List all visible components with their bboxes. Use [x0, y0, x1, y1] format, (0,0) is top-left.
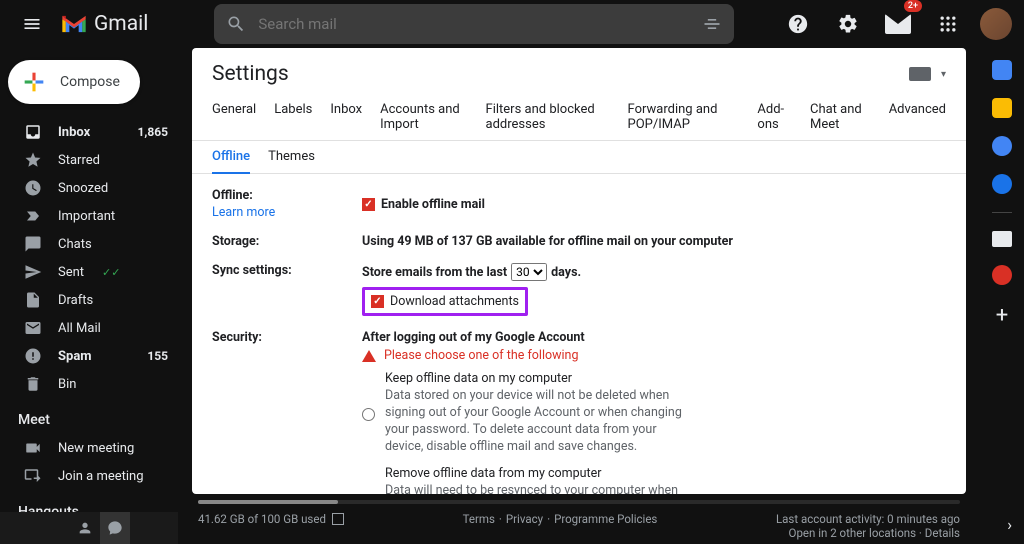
download-attachments-highlight: Download attachments: [362, 287, 528, 316]
search-icon: [226, 14, 246, 34]
gmail-logo[interactable]: Gmail: [60, 12, 148, 36]
sidebar-item-chats[interactable]: Chats: [0, 230, 178, 258]
settings-tabs-row2: Offline Themes: [192, 141, 966, 174]
compose-button[interactable]: Compose: [8, 60, 140, 104]
calendar-icon[interactable]: [992, 60, 1012, 80]
sidebar-item-inbox[interactable]: Inbox1,865: [0, 118, 178, 146]
account-avatar[interactable]: [980, 8, 1012, 40]
meet-new-meeting[interactable]: New meeting: [0, 434, 178, 462]
notification-badge: 2+: [904, 0, 922, 12]
storage-label: Storage:: [212, 234, 362, 249]
scrollbar-thumb[interactable]: [198, 500, 338, 504]
tab-offline[interactable]: Offline: [212, 141, 250, 174]
hangouts-contacts-tab[interactable]: [70, 512, 100, 544]
tab-themes[interactable]: Themes: [268, 141, 315, 173]
notifications-button[interactable]: 2+: [880, 6, 916, 42]
tab-addons[interactable]: Add-ons: [757, 94, 792, 140]
plus-icon: [20, 68, 48, 96]
addon-mail-icon[interactable]: [992, 231, 1012, 247]
contacts-icon[interactable]: [992, 174, 1012, 194]
tab-general[interactable]: General: [212, 94, 256, 140]
sidebar-item-sent[interactable]: Sent✓✓: [0, 258, 178, 286]
search-input[interactable]: [258, 15, 690, 33]
privacy-link[interactable]: Privacy: [506, 512, 543, 526]
sync-days-select[interactable]: 30: [511, 263, 547, 281]
meet-join-meeting[interactable]: Join a meeting: [0, 462, 178, 490]
activity-text: Last account activity: 0 minutes ago: [776, 512, 960, 526]
support-button[interactable]: [780, 6, 816, 42]
scrollbar-track[interactable]: [198, 500, 960, 504]
enable-offline-checkbox[interactable]: [362, 198, 375, 211]
tab-accounts[interactable]: Accounts and Import: [380, 94, 467, 140]
get-addons-button[interactable]: +: [996, 303, 1008, 328]
sidebar-item-starred[interactable]: Starred: [0, 146, 178, 174]
tab-labels[interactable]: Labels: [274, 94, 312, 140]
settings-tabs-row1: General Labels Inbox Accounts and Import…: [192, 94, 966, 141]
settings-title: Settings: [212, 62, 289, 86]
hangouts-chats-tab[interactable]: [100, 512, 130, 544]
sidebar-item-allmail[interactable]: All Mail: [0, 314, 178, 342]
security-keep-radio[interactable]: [362, 373, 375, 456]
apps-button[interactable]: [930, 6, 966, 42]
hangouts-bottom-bar: [0, 512, 178, 544]
sync-label: Sync settings:: [212, 263, 362, 316]
policies-link[interactable]: Programme Policies: [554, 512, 657, 526]
download-attachments-checkbox[interactable]: [371, 295, 384, 308]
tab-forwarding[interactable]: Forwarding and POP/IMAP: [628, 94, 740, 140]
sidebar-item-spam[interactable]: Spam155: [0, 342, 178, 370]
footer: 41.62 GB of 100 GB used Terms · Privacy …: [178, 494, 980, 544]
security-label: Security:: [212, 330, 362, 494]
sidebar-item-drafts[interactable]: Drafts: [0, 286, 178, 314]
security-warning: Please choose one of the following: [362, 348, 946, 363]
tab-filters[interactable]: Filters and blocked addresses: [486, 94, 610, 140]
terms-link[interactable]: Terms: [463, 512, 495, 526]
meet-header: Meet: [0, 398, 178, 434]
separator: [992, 212, 1012, 213]
menu-button[interactable]: [12, 4, 52, 44]
offline-label: Offline:Learn more: [212, 188, 362, 220]
tab-advanced[interactable]: Advanced: [889, 94, 946, 140]
keep-icon[interactable]: [992, 98, 1012, 118]
details-link[interactable]: Details: [925, 526, 960, 540]
collapse-panel-button[interactable]: ›: [1007, 515, 1012, 534]
tab-inbox[interactable]: Inbox: [330, 94, 362, 140]
input-tools-icon[interactable]: [909, 67, 931, 81]
sidebar-item-bin[interactable]: Bin: [0, 370, 178, 398]
search-options-icon[interactable]: [702, 14, 722, 34]
header: Gmail 2+: [0, 0, 1024, 48]
addon-red-icon[interactable]: [992, 265, 1012, 285]
sidebar-item-snoozed[interactable]: Snoozed: [0, 174, 178, 202]
logo-text: Gmail: [94, 12, 148, 36]
storage-text: Using 49 MB of 137 GB available for offl…: [362, 234, 733, 249]
external-link-icon[interactable]: [332, 513, 344, 525]
sidebar: Compose Inbox1,865 Starred Snoozed Impor…: [0, 48, 178, 544]
envelope-icon: [885, 14, 911, 34]
settings-panel: Settings ▾ General Labels Inbox Accounts…: [192, 48, 966, 494]
sidebar-item-important[interactable]: Important: [0, 202, 178, 230]
tasks-icon[interactable]: [992, 136, 1012, 156]
side-panel: +: [980, 48, 1024, 544]
chevron-down-icon[interactable]: ▾: [941, 69, 946, 80]
learn-more-link[interactable]: Learn more: [212, 205, 362, 220]
tab-chat-meet[interactable]: Chat and Meet: [810, 94, 871, 140]
settings-button[interactable]: [830, 6, 866, 42]
search-bar[interactable]: [214, 4, 734, 44]
storage-used: 41.62 GB of 100 GB used: [198, 512, 326, 526]
security-remove-radio[interactable]: [362, 468, 375, 495]
sent-checkmarks-icon: ✓✓: [102, 266, 120, 279]
warning-icon: [362, 350, 376, 362]
